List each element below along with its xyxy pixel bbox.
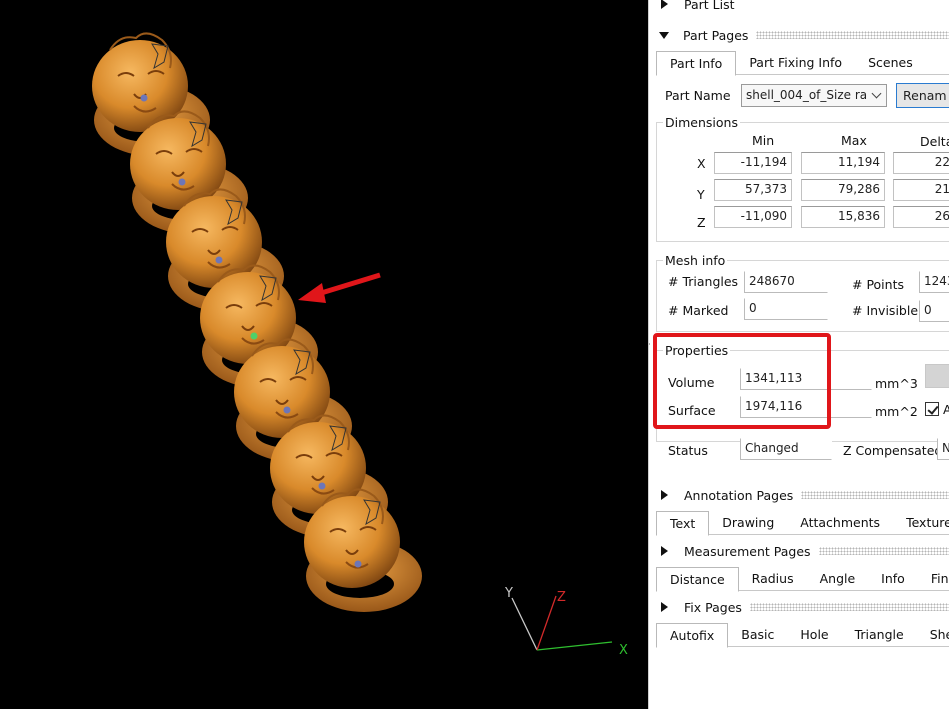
part-pages-tabs: Part Info Part Fixing Info Scenes: [656, 51, 949, 76]
part-name-select[interactable]: shell_004_of_Size ra: [741, 84, 887, 107]
dim-y-max[interactable]: 79,286: [801, 179, 885, 201]
part-name-label: Part Name: [665, 88, 731, 103]
annotation-tabs: Text Drawing Attachments Texture: [656, 511, 949, 536]
status-label: Status: [668, 443, 708, 458]
dim-x-max[interactable]: 11,194: [801, 152, 885, 174]
dim-z-max[interactable]: 15,836: [801, 206, 885, 228]
tab-autofix[interactable]: Autofix: [656, 623, 729, 648]
dim-y-delta[interactable]: 21: [893, 179, 949, 201]
tab-attachments[interactable]: Attachments: [787, 511, 893, 535]
tab-part-fixing-info[interactable]: Part Fixing Info: [736, 51, 855, 75]
collapsed-arrow-icon: [661, 0, 668, 9]
tab-info[interactable]: Info: [868, 567, 918, 591]
dim-z-min[interactable]: -11,090: [714, 206, 792, 228]
tab-final[interactable]: Fina: [918, 567, 949, 591]
triangles-label: # Triangles: [668, 274, 739, 289]
tab-part-info[interactable]: Part Info: [656, 51, 737, 76]
dimensions-title: Dimensions: [663, 115, 740, 130]
part-pages-header[interactable]: Part Pages: [659, 25, 949, 45]
z-compensated-field[interactable]: N: [937, 438, 949, 460]
dim-z-delta[interactable]: 26: [893, 206, 949, 228]
invisible-field[interactable]: 0: [919, 300, 949, 322]
points-field[interactable]: 1243: [919, 271, 949, 293]
splitter-handle[interactable]: [649, 338, 650, 350]
tab-angle[interactable]: Angle: [807, 567, 869, 591]
dim-axis-x: X: [697, 156, 706, 171]
rename-button[interactable]: Renam: [896, 83, 949, 108]
fix-pages-header[interactable]: Fix Pages: [659, 597, 949, 617]
3d-viewport[interactable]: X Y Z: [0, 0, 648, 709]
marked-field[interactable]: 0: [744, 298, 828, 320]
compute-button[interactable]: [925, 364, 949, 388]
invisible-label: # Invisible: [852, 303, 919, 318]
status-field[interactable]: Changed: [740, 438, 832, 460]
ring-stack-render: X Y Z: [91, 32, 628, 658]
fix-tabs: Autofix Basic Hole Triangle She: [656, 623, 949, 648]
collapsed-arrow-icon: [661, 490, 668, 500]
measurement-tabs: Distance Radius Angle Info Fina: [656, 567, 949, 592]
tab-texture[interactable]: Texture: [893, 511, 949, 535]
tab-distance[interactable]: Distance: [656, 567, 739, 592]
z-axis-label: Z: [557, 590, 566, 605]
tab-triangle[interactable]: Triangle: [842, 623, 917, 647]
dim-x-delta[interactable]: 22: [893, 152, 949, 174]
collapsed-arrow-icon: [661, 602, 668, 612]
dim-x-min[interactable]: -11,194: [714, 152, 792, 174]
dim-axis-z: Z: [697, 215, 706, 230]
tab-shell[interactable]: She: [917, 623, 949, 647]
tab-scenes[interactable]: Scenes: [855, 51, 926, 75]
annotation-arrow: [298, 272, 381, 303]
ring-model[interactable]: [303, 488, 423, 613]
tab-hole[interactable]: Hole: [787, 623, 841, 647]
dim-header-min: Min: [752, 133, 775, 148]
dim-y-min[interactable]: 57,373: [714, 179, 792, 201]
dim-axis-y: Y: [697, 187, 705, 202]
auto-checkbox[interactable]: [925, 402, 939, 416]
expanded-arrow-icon: [659, 31, 669, 39]
part-list-header[interactable]: Part List: [659, 0, 735, 14]
tab-text[interactable]: Text: [656, 511, 710, 536]
x-axis-label: X: [619, 643, 628, 658]
axis-triad: X Y Z: [504, 586, 628, 658]
tab-drawing[interactable]: Drawing: [709, 511, 787, 535]
surface-unit: mm^2: [875, 404, 918, 419]
properties-panel: Part List Part Pages Part Info Part Fixi…: [648, 0, 949, 709]
tab-basic[interactable]: Basic: [728, 623, 787, 647]
chevron-down-icon: [871, 88, 882, 99]
marked-label: # Marked: [668, 303, 729, 318]
volume-unit: mm^3: [875, 376, 918, 391]
highlight-box: [653, 333, 831, 429]
z-compensated-label: Z Compensated: [843, 443, 943, 458]
y-axis-label: Y: [504, 586, 513, 601]
triangles-field[interactable]: 248670: [744, 271, 828, 293]
collapsed-arrow-icon: [661, 546, 668, 556]
mesh-info-title: Mesh info: [663, 253, 728, 268]
points-label: # Points: [852, 277, 904, 292]
annotation-pages-header[interactable]: Annotation Pages: [659, 485, 949, 505]
auto-checkbox-label: A: [943, 402, 949, 417]
dim-header-max: Max: [841, 133, 867, 148]
measurement-pages-header[interactable]: Measurement Pages: [659, 541, 949, 561]
tab-radius[interactable]: Radius: [739, 567, 807, 591]
dim-header-delta: Delta: [920, 134, 949, 149]
